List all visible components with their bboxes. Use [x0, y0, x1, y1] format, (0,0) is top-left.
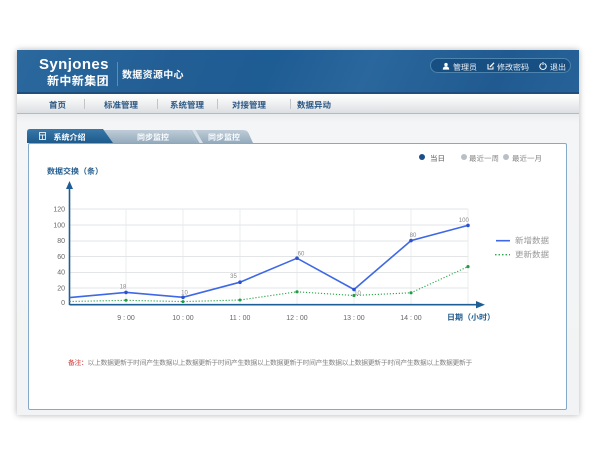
svg-text:系统介绍: 系统介绍 [54, 133, 86, 142]
svg-text:12 : 00: 12 : 00 [286, 315, 308, 322]
svg-text:100: 100 [459, 218, 470, 224]
svg-text:新增数据: 新增数据 [515, 236, 550, 246]
svg-text:60: 60 [57, 254, 65, 261]
svg-text:同步监控: 同步监控 [208, 133, 240, 142]
svg-text:9 : 00: 9 : 00 [117, 315, 135, 322]
svg-text:40: 40 [57, 270, 65, 277]
svg-text:60: 60 [298, 252, 305, 258]
svg-text:80: 80 [410, 233, 417, 239]
svg-text:100: 100 [53, 222, 65, 229]
svg-text:11 : 00: 11 : 00 [230, 315, 251, 322]
svg-text:10: 10 [181, 290, 188, 296]
svg-text:80: 80 [57, 238, 65, 245]
svg-text:同步监控: 同步监控 [137, 133, 169, 142]
svg-text:35: 35 [230, 274, 237, 280]
svg-text:更新数据: 更新数据 [515, 250, 550, 260]
svg-text:10: 10 [354, 291, 361, 297]
svg-text:13 : 00: 13 : 00 [343, 315, 365, 322]
svg-text:120: 120 [53, 207, 65, 214]
svg-text:20: 20 [57, 286, 65, 293]
svg-text:14 : 00: 14 : 00 [400, 315, 422, 322]
svg-text:0: 0 [61, 300, 65, 307]
svg-text:18: 18 [120, 285, 127, 291]
svg-text:10 : 00: 10 : 00 [172, 315, 194, 322]
